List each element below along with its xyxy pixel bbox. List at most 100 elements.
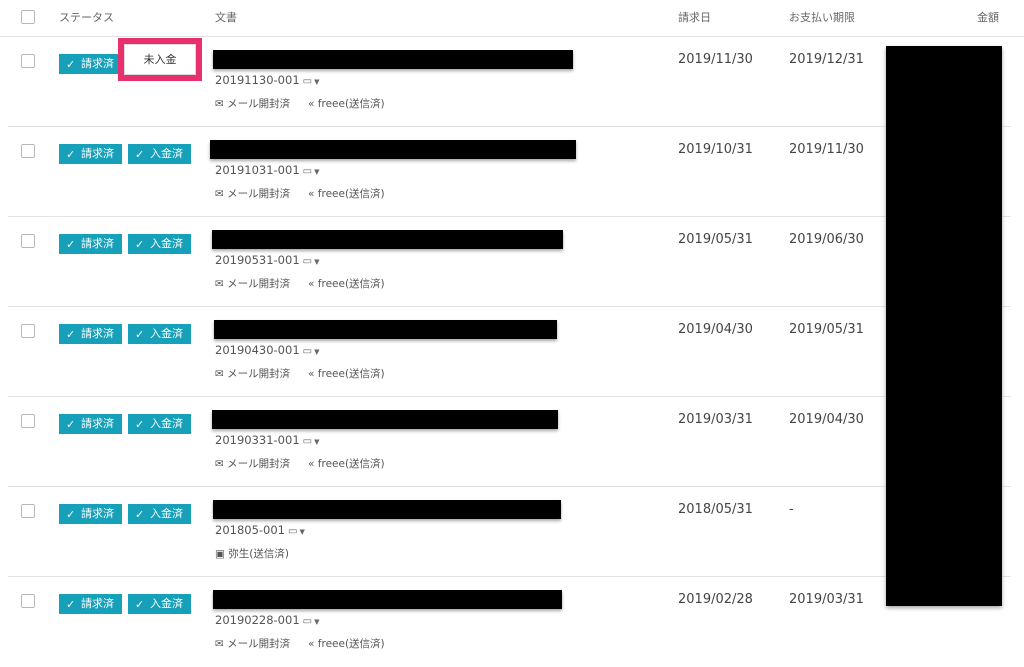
invoice-date: 2018/05/31 bbox=[678, 502, 753, 517]
status-badge-paid[interactable]: ✓ 入金済 bbox=[128, 414, 191, 434]
row-checkbox[interactable] bbox=[21, 144, 35, 158]
table-row[interactable]: ✓ 請求済 ✓ 入金済 201805-001 ▭ ▼ ▣ 弥生(送信済) 2018/05… bbox=[0, 487, 1024, 577]
check-icon: ✓ bbox=[66, 598, 76, 611]
header-document[interactable]: 文書 bbox=[215, 9, 237, 25]
document-number[interactable]: 20190430-001 ▭ ▼ bbox=[215, 343, 319, 357]
file-icon: ▣ bbox=[215, 548, 225, 560]
header-amount[interactable]: 金額 bbox=[977, 9, 999, 25]
document-title-redacted[interactable] bbox=[212, 230, 563, 249]
document-title-redacted[interactable] bbox=[214, 320, 557, 339]
check-icon: ✓ bbox=[135, 508, 145, 521]
invoice-date: 2019/04/30 bbox=[678, 322, 753, 337]
header-status[interactable]: ステータス bbox=[59, 9, 114, 25]
invoice-date: 2019/10/31 bbox=[678, 142, 753, 157]
comment-icon[interactable]: ▭ bbox=[288, 526, 297, 537]
row-checkbox[interactable] bbox=[21, 234, 35, 248]
check-icon: ✓ bbox=[66, 508, 76, 521]
document-number[interactable]: 20190331-001 ▭ ▼ bbox=[215, 433, 319, 447]
document-number[interactable]: 20190228-001 ▭ ▼ bbox=[215, 613, 319, 627]
status-badge-invoiced[interactable]: ✓ 請求済 bbox=[59, 414, 122, 434]
comment-icon[interactable]: ▭ bbox=[303, 256, 312, 267]
send-icon: « bbox=[308, 458, 315, 470]
document-number[interactable]: 20191031-001 ▭ ▼ bbox=[215, 163, 319, 177]
caret-down-icon[interactable]: ▼ bbox=[314, 78, 319, 86]
integration-status: « freee(送信済) bbox=[308, 98, 385, 110]
status-badge-paid[interactable]: ✓ 入金済 bbox=[128, 324, 191, 344]
status-badge-invoiced[interactable]: ✓ 請求済 bbox=[59, 144, 122, 164]
check-icon: ✓ bbox=[135, 148, 145, 161]
table-row[interactable]: ✓ 請求済 ✓ 入金済 20190531-001 ▭ ▼ ✉ メール開封済 « free… bbox=[0, 217, 1024, 307]
document-number[interactable]: 20190531-001 ▭ ▼ bbox=[215, 253, 319, 267]
status-badge-unpaid[interactable]: 未入金 bbox=[124, 44, 196, 75]
document-title-redacted[interactable] bbox=[213, 50, 573, 69]
send-icon: « bbox=[308, 368, 315, 380]
status-badge-paid[interactable]: ✓ 入金済 bbox=[128, 234, 191, 254]
unpaid-status-highlight[interactable]: 未入金 bbox=[118, 38, 202, 81]
table-header: ステータス 文書 請求日 お支払い期限 金額 bbox=[0, 0, 1024, 37]
row-checkbox[interactable] bbox=[21, 594, 35, 608]
mail-status: ✉ メール開封済 bbox=[215, 188, 291, 200]
status-badge-paid[interactable]: ✓ 入金済 bbox=[128, 594, 191, 614]
integration-status: « freee(送信済) bbox=[308, 368, 385, 380]
caret-down-icon[interactable]: ▼ bbox=[314, 258, 319, 266]
check-icon: ✓ bbox=[66, 328, 76, 341]
mail-status: ✉ メール開封済 bbox=[215, 458, 291, 470]
document-title-redacted[interactable] bbox=[213, 590, 562, 609]
caret-down-icon[interactable]: ▼ bbox=[314, 348, 319, 356]
due-date: 2019/04/30 bbox=[789, 412, 864, 427]
caret-down-icon[interactable]: ▼ bbox=[299, 528, 304, 536]
status-badge-invoiced[interactable]: ✓ 請求済 bbox=[59, 324, 122, 344]
document-number[interactable]: 20191130-001 ▭ ▼ bbox=[215, 73, 319, 87]
invoice-date: 2019/02/28 bbox=[678, 592, 753, 607]
caret-down-icon[interactable]: ▼ bbox=[314, 168, 319, 176]
integration-status: ▣ 弥生(送信済) bbox=[215, 548, 289, 560]
table-row[interactable]: ✓ 請求済 ✓ 入金済 20190430-001 ▭ ▼ ✉ メール開封済 « free… bbox=[0, 307, 1024, 397]
check-icon: ✓ bbox=[66, 148, 76, 161]
header-invoice-date[interactable]: 請求日 bbox=[678, 9, 711, 25]
table-row[interactable]: ✓ 請求済 ✓ 入金済 20190331-001 ▭ ▼ ✉ メール開封済 « free… bbox=[0, 397, 1024, 487]
check-icon: ✓ bbox=[66, 58, 76, 71]
document-title-redacted[interactable] bbox=[210, 140, 576, 159]
document-number[interactable]: 201805-001 ▭ ▼ bbox=[215, 523, 305, 537]
status-badge-invoiced[interactable]: ✓ 請求済 bbox=[59, 234, 122, 254]
row-checkbox[interactable] bbox=[21, 54, 35, 68]
due-date: 2019/11/30 bbox=[789, 142, 864, 157]
envelope-open-icon: ✉ bbox=[215, 98, 224, 110]
status-badge-invoiced[interactable]: ✓ 請求済 bbox=[59, 504, 122, 524]
comment-icon[interactable]: ▭ bbox=[303, 76, 312, 87]
check-icon: ✓ bbox=[66, 418, 76, 431]
comment-icon[interactable]: ▭ bbox=[303, 616, 312, 627]
comment-icon[interactable]: ▭ bbox=[303, 166, 312, 177]
table-row[interactable]: ✓ 請求済 ✓ 入金済 20191031-001 ▭ ▼ ✉ メール開封済 « free… bbox=[0, 127, 1024, 217]
row-checkbox[interactable] bbox=[21, 504, 35, 518]
row-checkbox[interactable] bbox=[21, 414, 35, 428]
envelope-open-icon: ✉ bbox=[215, 638, 224, 650]
document-title-redacted[interactable] bbox=[213, 500, 561, 519]
status-badge-invoiced[interactable]: ✓ 請求済 bbox=[59, 54, 122, 74]
due-date: 2019/05/31 bbox=[789, 322, 864, 337]
send-icon: « bbox=[308, 278, 315, 290]
due-date: 2019/03/31 bbox=[789, 592, 864, 607]
status-badge-paid[interactable]: ✓ 入金済 bbox=[128, 504, 191, 524]
send-icon: « bbox=[308, 638, 315, 650]
table-row[interactable]: ✓ 請求済 ✓ 入金済 20190228-001 ▭ ▼ ✉ メール開封済 « free… bbox=[0, 577, 1024, 667]
due-date: 2019/12/31 bbox=[789, 52, 864, 67]
due-date: 2019/06/30 bbox=[789, 232, 864, 247]
status-badge-paid[interactable]: ✓ 入金済 bbox=[128, 144, 191, 164]
select-all-checkbox[interactable] bbox=[21, 10, 35, 24]
send-icon: « bbox=[308, 188, 315, 200]
caret-down-icon[interactable]: ▼ bbox=[314, 618, 319, 626]
document-title-redacted[interactable] bbox=[212, 410, 558, 429]
check-icon: ✓ bbox=[66, 238, 76, 251]
comment-icon[interactable]: ▭ bbox=[303, 346, 312, 357]
comment-icon[interactable]: ▭ bbox=[303, 436, 312, 447]
invoice-date: 2019/03/31 bbox=[678, 412, 753, 427]
header-due-date[interactable]: お支払い期限 bbox=[789, 9, 855, 25]
due-date: - bbox=[789, 502, 794, 517]
mail-status: ✉ メール開封済 bbox=[215, 278, 291, 290]
check-icon: ✓ bbox=[135, 418, 145, 431]
caret-down-icon[interactable]: ▼ bbox=[314, 438, 319, 446]
row-checkbox[interactable] bbox=[21, 324, 35, 338]
status-badge-invoiced[interactable]: ✓ 請求済 bbox=[59, 594, 122, 614]
envelope-open-icon: ✉ bbox=[215, 368, 224, 380]
